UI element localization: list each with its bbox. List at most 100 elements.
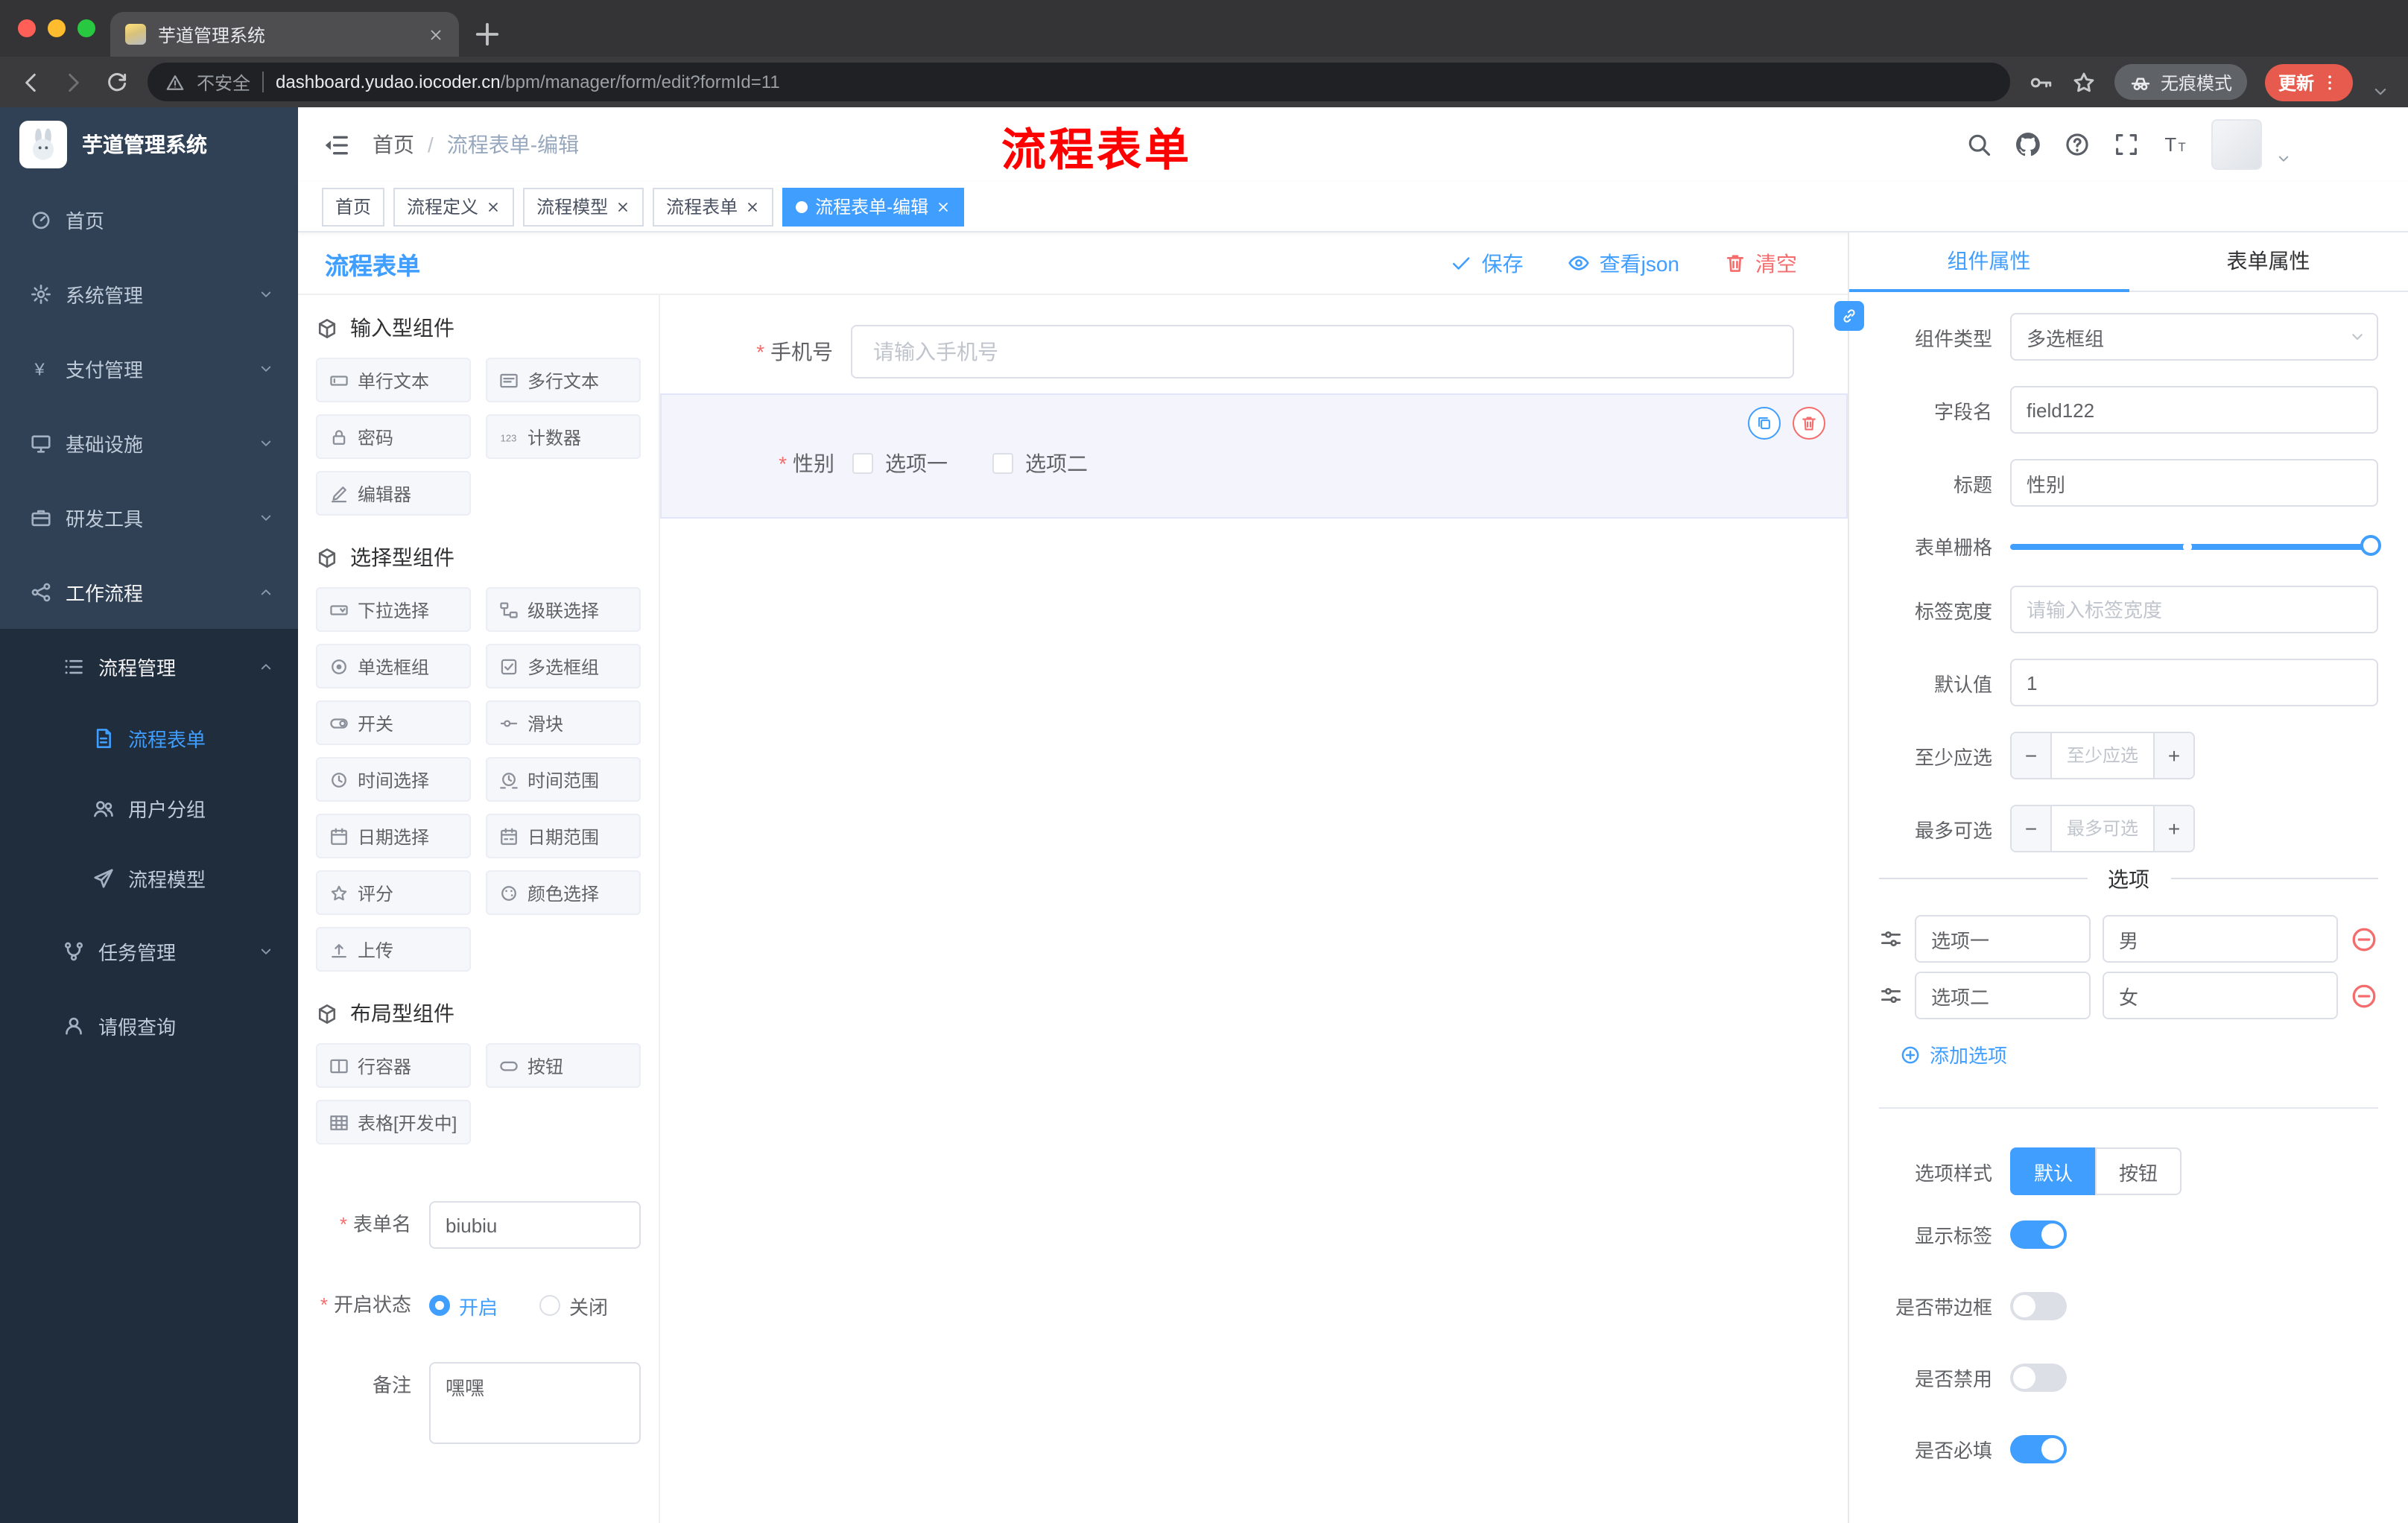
palette-chip[interactable]: 颜色选择 (486, 870, 641, 915)
checkbox-option[interactable]: 选项二 (992, 449, 1088, 478)
key-icon[interactable] (2028, 69, 2053, 95)
new-tab-button[interactable] (471, 18, 504, 51)
sidebar-item-send[interactable]: 流程模型 (0, 843, 298, 914)
palette-chip[interactable]: 编辑器 (316, 471, 471, 516)
drag-handle-icon[interactable] (1879, 984, 1903, 1007)
status-on-radio[interactable]: 开启 (429, 1291, 498, 1320)
close-tab-icon[interactable] (428, 26, 444, 42)
delete-widget-button[interactable] (1793, 407, 1825, 440)
sidebar-item-briefcase[interactable]: 研发工具 (0, 480, 298, 554)
back-button[interactable] (18, 69, 43, 95)
palette-chip[interactable]: 单选框组 (316, 644, 471, 688)
palette-chip[interactable]: 开关 (316, 700, 471, 745)
widget-phone-field[interactable]: 手机号 (660, 322, 1848, 381)
clear-button[interactable]: 清空 (1724, 248, 1797, 278)
switch-toggle[interactable] (2010, 1220, 2067, 1249)
sidebar-item-flow[interactable]: 工作流程 (0, 554, 298, 629)
default-value-input[interactable] (2010, 659, 2378, 706)
reload-button[interactable] (104, 69, 130, 95)
close-icon[interactable] (486, 199, 501, 214)
browser-tab[interactable]: 芋道管理系统 (110, 12, 459, 57)
drag-handle-icon[interactable] (1879, 927, 1903, 951)
palette-chip[interactable]: 日期范围 (486, 814, 641, 858)
sidebar-logo[interactable]: 芋道管理系统 (0, 107, 298, 182)
palette-chip[interactable]: 滑块 (486, 700, 641, 745)
remove-option-icon[interactable] (2350, 925, 2378, 953)
palette-chip[interactable]: 时间范围 (486, 757, 641, 802)
chevron-down-icon[interactable] (2371, 81, 2390, 101)
close-icon[interactable] (745, 199, 760, 214)
palette-chip[interactable]: 按钮 (486, 1043, 641, 1088)
close-window-button[interactable] (18, 19, 36, 37)
sidebar-item-gear[interactable]: 系统管理 (0, 256, 298, 331)
save-button[interactable]: 保存 (1451, 248, 1524, 278)
tab-component-props[interactable]: 组件属性 (1849, 232, 2129, 292)
decrease-button[interactable] (2012, 806, 2052, 851)
palette-chip[interactable]: 行容器 (316, 1043, 471, 1088)
tab-form-props[interactable]: 表单属性 (2129, 232, 2408, 292)
component-type-select[interactable] (2010, 313, 2378, 361)
switch-toggle[interactable] (2010, 1364, 2067, 1392)
palette-chip[interactable]: 表格[开发中] (316, 1100, 471, 1144)
help-icon[interactable] (2064, 131, 2091, 158)
github-icon[interactable] (2015, 131, 2041, 158)
forward-button[interactable] (61, 69, 86, 95)
tag-tab[interactable]: 流程定义 (393, 187, 515, 226)
palette-chip[interactable]: 上传 (316, 927, 471, 972)
sidebar-item-users[interactable]: 用户分组 (0, 773, 298, 843)
remark-textarea[interactable]: 嘿嘿 (429, 1362, 641, 1444)
update-button[interactable]: 更新 (2264, 63, 2353, 101)
breadcrumb-home[interactable]: 首页 (373, 130, 414, 159)
option-label-input[interactable] (1915, 915, 2091, 963)
sidebar-item-tasks[interactable]: 任务管理 (0, 914, 298, 988)
font-size-icon[interactable]: TT (2162, 131, 2189, 158)
option-value-input[interactable] (2103, 915, 2338, 963)
checkbox-icon[interactable] (992, 453, 1013, 474)
avatar[interactable] (2211, 119, 2262, 170)
close-icon[interactable] (615, 199, 630, 214)
sidebar-item-dashboard[interactable]: 首页 (0, 182, 298, 256)
menu-dots-icon[interactable] (2320, 72, 2339, 92)
max-select-input[interactable] (2052, 806, 2153, 851)
tag-tab[interactable]: 流程模型 (523, 187, 644, 226)
switch-toggle[interactable] (2010, 1435, 2067, 1463)
palette-chip[interactable]: 评分 (316, 870, 471, 915)
sidebar-item-list[interactable]: 流程管理 (0, 629, 298, 703)
field-name-input[interactable] (2010, 386, 2378, 434)
status-off-radio[interactable]: 关闭 (539, 1291, 608, 1320)
fullscreen-icon[interactable] (2113, 131, 2140, 158)
palette-chip[interactable]: 级联选择 (486, 587, 641, 632)
zoom-window-button[interactable] (77, 19, 95, 37)
phone-input[interactable] (851, 325, 1794, 379)
slider-handle[interactable] (2360, 534, 2381, 555)
component-type-value[interactable] (2010, 313, 2378, 361)
address-bar[interactable]: 不安全 dashboard.yudao.iocoder.cn/bpm/manag… (148, 63, 2010, 101)
palette-chip[interactable]: 日期选择 (316, 814, 471, 858)
widget-gender-field[interactable]: 性别 选项一 选项二 (660, 393, 1848, 519)
tag-tab[interactable]: 流程表单-编辑 (782, 187, 965, 226)
chevron-down-icon[interactable] (2275, 151, 2292, 167)
remove-option-icon[interactable] (2350, 981, 2378, 1010)
tag-tab[interactable]: 流程表单 (653, 187, 774, 226)
switch-toggle[interactable] (2010, 1292, 2067, 1320)
option-style-segment[interactable]: 按钮 (2095, 1147, 2182, 1195)
option-label-input[interactable] (1915, 972, 2091, 1019)
collapse-sidebar-icon[interactable] (322, 130, 350, 159)
search-icon[interactable] (1965, 131, 1992, 158)
palette-chip[interactable]: 时间选择 (316, 757, 471, 802)
add-option-button[interactable]: 添加选项 (1900, 1040, 2378, 1068)
palette-chip[interactable]: 123 计数器 (486, 414, 641, 459)
increase-button[interactable] (2153, 806, 2193, 851)
sidebar-item-user[interactable]: 请假查询 (0, 988, 298, 1063)
palette-chip[interactable]: 下拉选择 (316, 587, 471, 632)
form-name-input[interactable] (429, 1201, 641, 1249)
grid-slider[interactable] (2010, 533, 2381, 560)
title-input[interactable] (2010, 459, 2378, 507)
sidebar-item-yen[interactable]: ¥ 支付管理 (0, 331, 298, 405)
checkbox-icon[interactable] (852, 453, 873, 474)
option-style-segment[interactable]: 默认 (2010, 1147, 2097, 1195)
palette-chip[interactable]: 密码 (316, 414, 471, 459)
sidebar-item-monitor[interactable]: 基础设施 (0, 405, 298, 480)
view-json-button[interactable]: 查看json (1568, 248, 1679, 278)
min-select-input[interactable] (2052, 733, 2153, 778)
